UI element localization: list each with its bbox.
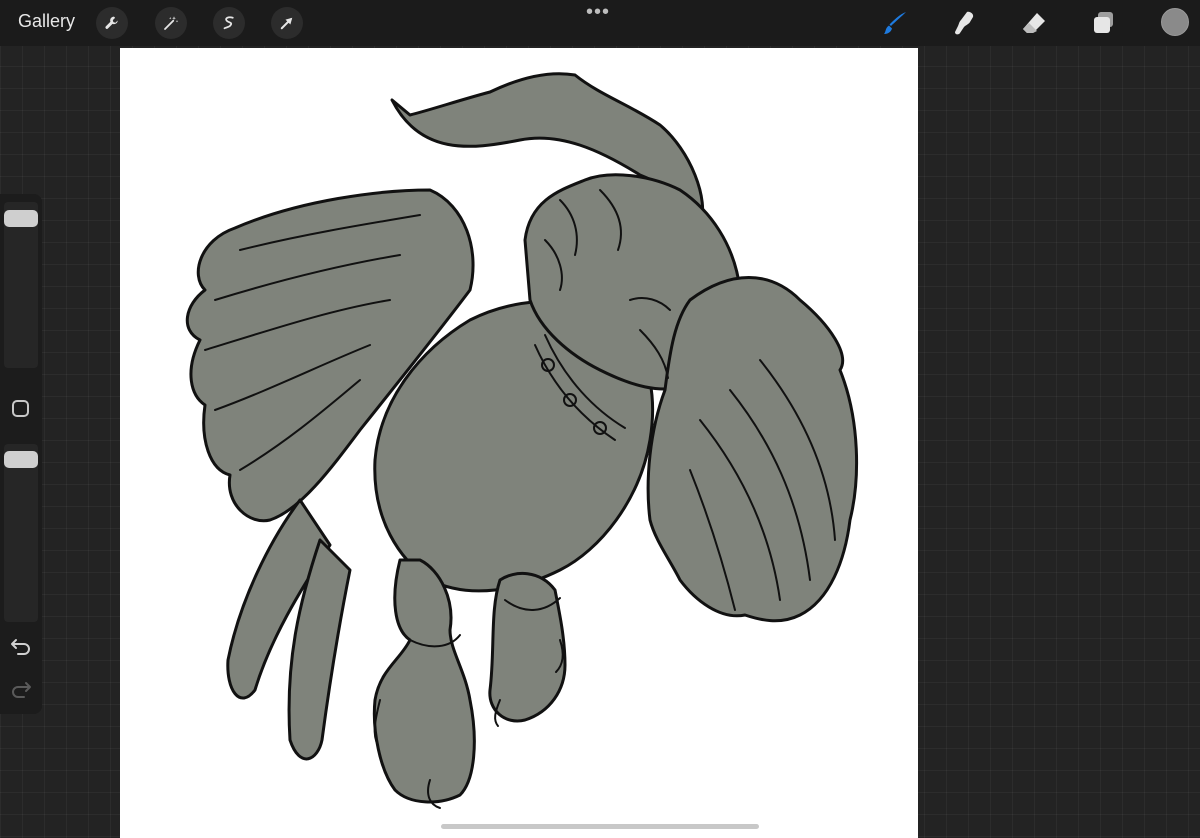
smudge-icon <box>955 11 974 35</box>
top-toolbar: Gallery ••• <box>0 0 1200 46</box>
smudge-tool-button[interactable] <box>947 6 981 40</box>
modify-button[interactable] <box>12 400 29 417</box>
color-picker-button[interactable] <box>1161 8 1189 36</box>
gallery-button[interactable]: Gallery <box>18 11 75 32</box>
eraser-icon <box>1023 13 1045 33</box>
transform-arrow-icon <box>280 17 293 30</box>
brush-size-thumb[interactable] <box>4 210 38 227</box>
brush-icon <box>884 12 906 34</box>
selection-icon <box>223 16 234 30</box>
opacity-slider[interactable] <box>4 444 38 622</box>
layers-icon <box>1094 12 1113 33</box>
transform-button[interactable] <box>271 7 303 39</box>
eraser-tool-button[interactable] <box>1017 6 1051 40</box>
home-indicator[interactable] <box>441 824 759 829</box>
adjustments-button[interactable] <box>155 7 187 39</box>
more-options-button[interactable]: ••• <box>586 2 610 22</box>
selection-button[interactable] <box>213 7 245 39</box>
griffin-artwork <box>185 72 859 809</box>
magic-wand-icon <box>164 16 179 30</box>
wrench-icon <box>105 16 118 29</box>
drawing-canvas[interactable] <box>120 48 918 838</box>
paint-tool-button[interactable] <box>878 6 912 40</box>
redo-icon[interactable] <box>10 678 32 700</box>
undo-icon[interactable] <box>10 635 32 657</box>
opacity-thumb[interactable] <box>4 451 38 468</box>
actions-button[interactable] <box>96 7 128 39</box>
layers-button[interactable] <box>1087 6 1121 40</box>
left-sidebar <box>0 194 42 714</box>
